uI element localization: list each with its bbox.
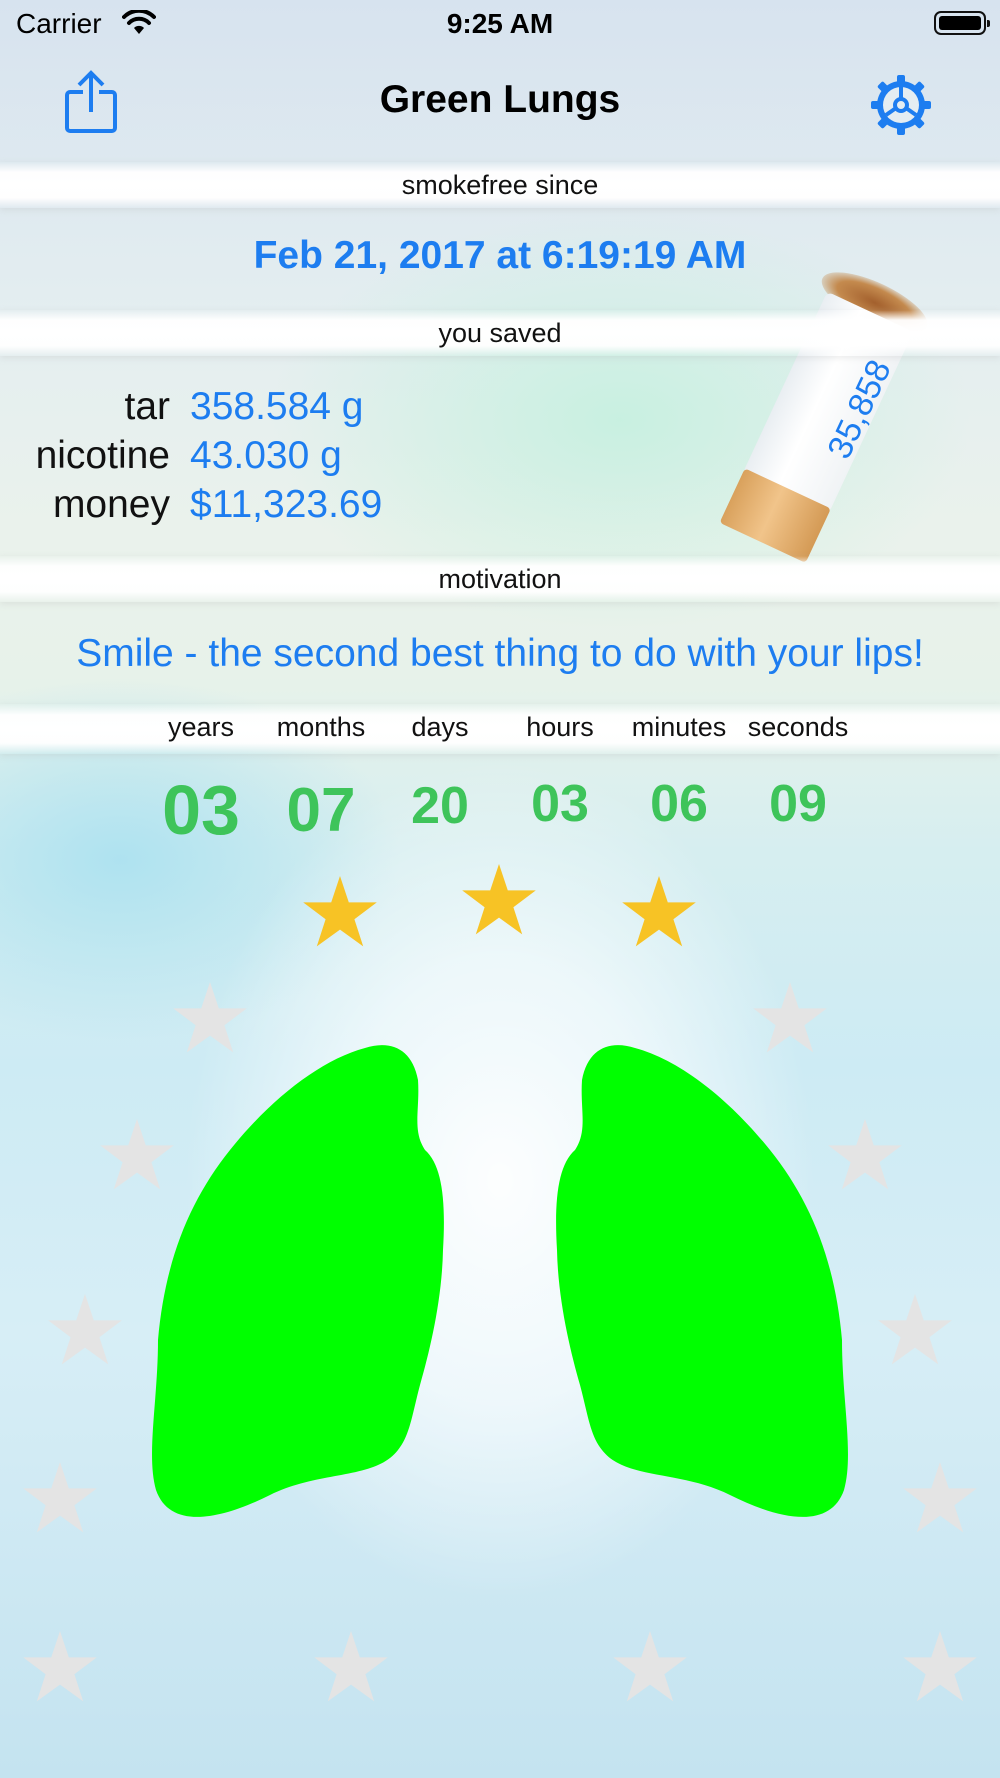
label-seconds: seconds: [747, 712, 849, 742]
empty-star-icon: [314, 1631, 388, 1702]
saved-label-tar: tar: [124, 385, 170, 428]
value-seconds: 09: [769, 775, 827, 833]
empty-star-icon: [23, 1462, 97, 1533]
saved-value-money: $11,323.69: [190, 483, 383, 526]
empty-star-icon: [23, 1631, 97, 1702]
empty-star-icon: [878, 1294, 952, 1365]
page-title: Green Lungs: [379, 78, 621, 121]
gear-icon[interactable]: [870, 74, 932, 136]
section-motivation: motivation: [0, 556, 1000, 602]
label-hours: hours: [526, 712, 594, 742]
section-you-saved: you saved: [0, 310, 1000, 356]
battery-icon: [934, 11, 990, 35]
saved-label-nicotine: nicotine: [35, 434, 170, 477]
empty-star-icon: [903, 1462, 977, 1533]
earned-star-icon: [622, 876, 696, 947]
status-bar: Carrier 9:25 AM: [0, 0, 1000, 50]
empty-star-icon: [48, 1294, 122, 1365]
value-years: 03: [162, 771, 240, 849]
earned-star-icon: [462, 864, 536, 935]
empty-star-icon: [903, 1631, 977, 1702]
section-smokefree-since: smokefree since: [0, 162, 1000, 208]
status-time: 9:25 AM: [446, 8, 554, 39]
lungs-image: [152, 1045, 848, 1517]
label-months: months: [276, 712, 366, 742]
value-days: 20: [411, 777, 469, 835]
label-years: years: [167, 712, 235, 742]
label-days: days: [411, 712, 469, 742]
smokefree-date[interactable]: Feb 21, 2017 at 6:19:19 AM: [0, 234, 1000, 278]
saved-label-money: money: [52, 483, 170, 526]
right-lung: [556, 1045, 848, 1517]
empty-star-icon: [613, 1631, 687, 1702]
saved-value-nicotine: 43.030 g: [190, 434, 342, 477]
earned-star-icon: [303, 876, 377, 947]
label-minutes: minutes: [631, 712, 727, 742]
saved-value-tar: 358.584 g: [190, 385, 364, 428]
left-lung: [152, 1045, 444, 1517]
motivation-text[interactable]: Smile - the second best thing to do with…: [0, 632, 1000, 676]
